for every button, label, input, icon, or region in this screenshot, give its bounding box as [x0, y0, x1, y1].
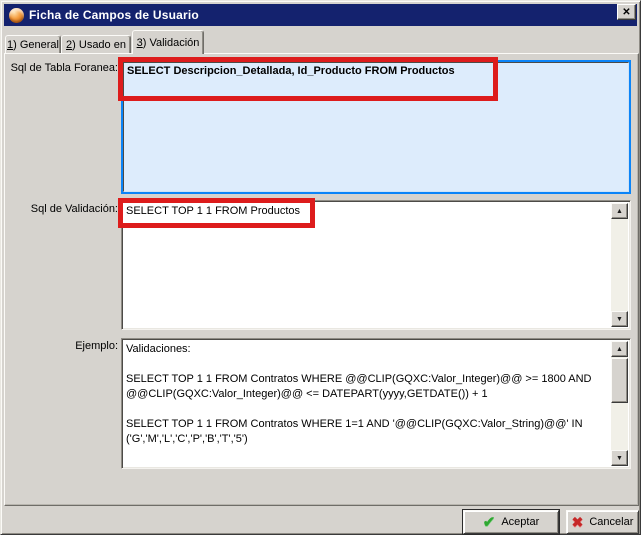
example-label: Ejemplo:: [0, 340, 118, 352]
scroll-up-button[interactable]: ▲: [611, 341, 628, 357]
validation-sql-label: Sql de Validación:: [0, 203, 118, 215]
window-title: Ficha de Campos de Usuario: [29, 8, 199, 22]
cancelar-button[interactable]: ✖ Cancelar: [566, 510, 639, 534]
check-icon: ✔: [483, 515, 496, 530]
scroll-up-icon: ▲: [616, 346, 623, 353]
annotation-box-validation-sql: [118, 198, 315, 228]
example-textarea[interactable]: Validaciones: SELECT TOP 1 1 FROM Contra…: [121, 338, 631, 469]
scroll-down-icon: ▼: [616, 316, 623, 323]
tab-usado-en[interactable]: 2) Usado en: [61, 35, 131, 54]
scroll-down-button[interactable]: ▼: [611, 450, 628, 466]
annotation-box-foreign-sql: [118, 57, 498, 101]
tab-validacion-label: 3) Validación: [137, 37, 200, 49]
tab-general[interactable]: 1) General: [5, 35, 61, 54]
close-button[interactable]: ✕: [617, 4, 636, 20]
aceptar-button[interactable]: ✔ Aceptar: [463, 510, 559, 534]
scroll-up-icon: ▲: [616, 208, 623, 215]
scroll-down-icon: ▼: [616, 455, 623, 462]
app-icon: [9, 8, 24, 23]
cross-icon: ✖: [572, 515, 584, 529]
foreign-sql-label: Sql de Tabla Foranea:: [0, 62, 118, 74]
close-icon: ✕: [622, 7, 630, 18]
validation-sql-scrollbar[interactable]: ▲ ▼: [611, 203, 628, 327]
dialog-window: Ficha de Campos de Usuario ✕ 1) General …: [0, 0, 641, 535]
example-scrollbar[interactable]: ▲ ▼: [611, 341, 628, 466]
tab-usado-en-label: 2) Usado en: [66, 39, 126, 51]
tab-validacion[interactable]: 3) Validación: [132, 30, 204, 54]
aceptar-button-label: Aceptar: [501, 516, 539, 528]
scroll-up-button[interactable]: ▲: [611, 203, 628, 219]
scrollbar-thumb[interactable]: [611, 358, 628, 403]
scroll-down-button[interactable]: ▼: [611, 311, 628, 327]
example-value: Validaciones: SELECT TOP 1 1 FROM Contra…: [122, 339, 610, 450]
cancelar-button-label: Cancelar: [589, 516, 633, 528]
title-bar[interactable]: Ficha de Campos de Usuario: [4, 4, 637, 26]
tab-general-label: 1) General: [7, 39, 59, 51]
